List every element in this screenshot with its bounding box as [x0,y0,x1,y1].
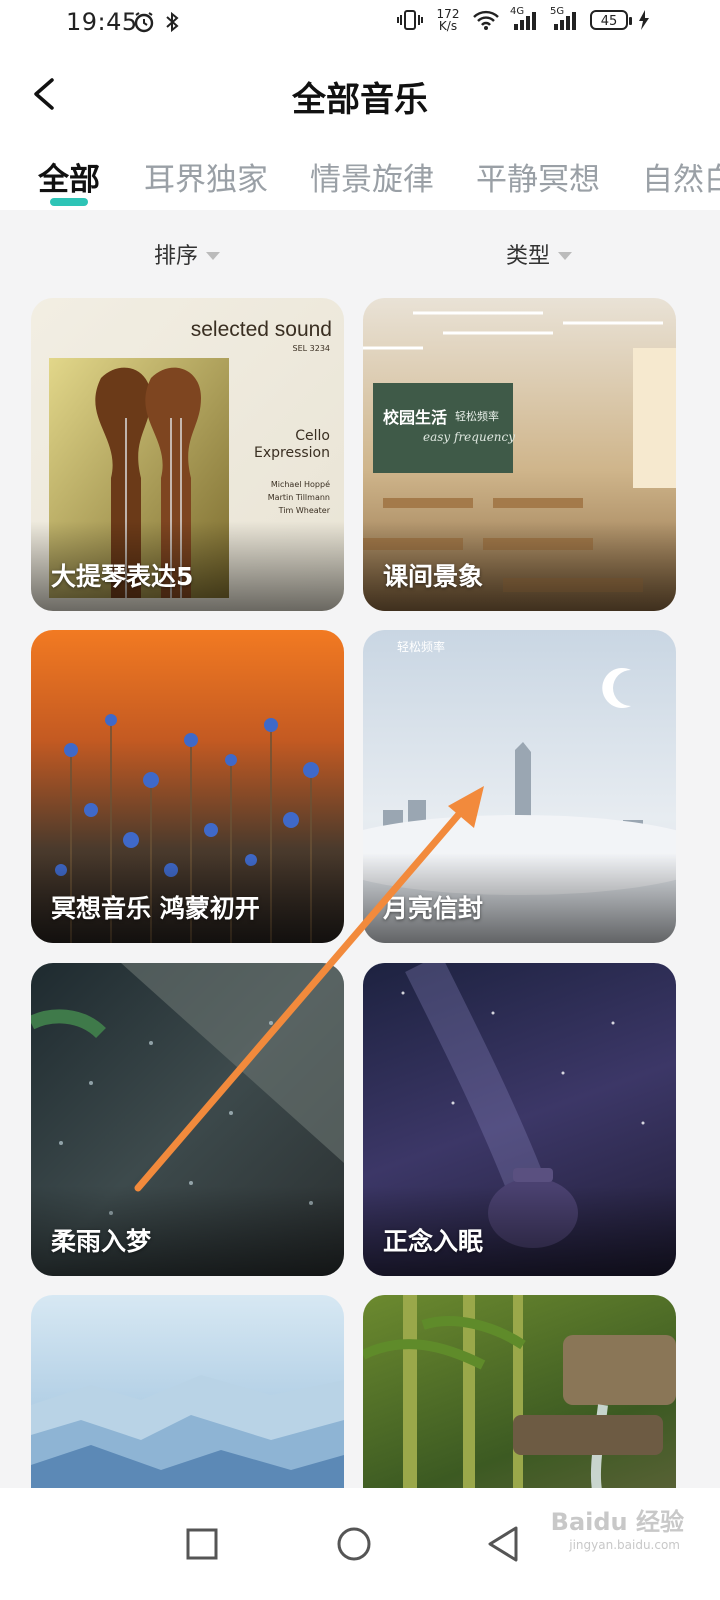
header: 全部音乐 [0,48,720,140]
vibrate-icon [397,10,423,30]
album-brand: selected sound [190,318,332,341]
signal-4g: 4G [510,6,540,32]
recent-apps-icon[interactable] [170,1512,234,1576]
alarm-icon [134,12,154,33]
category-tabs: 全部 耳界独家 情景旋律 平静冥想 自然白 [0,140,720,210]
net-speed: 172 K/s [436,7,460,33]
status-bar: 19:45 172 K/s 4G 5G 45 [0,0,720,48]
album-title: Cello [295,428,330,444]
signal-5g: 5G [550,6,580,32]
tab-all[interactable]: 全部 [38,154,100,199]
music-card[interactable]: 轻松频率 月亮信封 [363,630,676,943]
home-icon[interactable] [322,1512,386,1576]
tab-scene-melody[interactable]: 情景旋律 [310,154,434,199]
board-text: 校园生活 [383,408,448,427]
tab-nature[interactable]: 自然白 [642,154,720,199]
signal-icon [554,12,576,30]
sort-dropdown[interactable]: 排序 [154,238,221,270]
status-time: 19:45 [66,8,138,36]
system-nav-bar: Baidu 经验 jingyan.baidu.com [0,1488,720,1600]
watermark-url: jingyan.baidu.com [569,1538,680,1552]
battery-indicator: 45 [590,10,632,30]
mountains-image [31,1375,344,1488]
active-tab-indicator [50,198,88,206]
filter-bar: 排序 类型 [0,210,720,298]
chevron-down-icon [206,252,221,260]
album-artist: Michael Hoppé [270,480,330,489]
wifi-icon [473,10,499,30]
signal-icon [514,12,536,30]
music-card[interactable]: 校园生活 轻松频率 easy frequency 课间景象 [363,298,676,611]
bamboo-fountain-image [363,1295,676,1488]
card-title: 冥想音乐 鸿蒙初开 [51,894,260,923]
type-dropdown[interactable]: 类型 [506,238,573,270]
board-sub: 轻松频率 [455,410,499,423]
sort-label: 排序 [154,244,199,269]
watermark: Baidu 经验 [550,1508,684,1536]
tab-exclusive[interactable]: 耳界独家 [144,154,268,199]
music-card[interactable] [31,1295,344,1488]
charging-icon [639,10,649,30]
album-subtitle: Expression [254,445,330,461]
chevron-down-icon [558,252,573,260]
bluetooth-icon [166,11,179,33]
album-artist: Martin Tillmann [267,493,330,502]
tab-calm-meditation[interactable]: 平静冥想 [476,154,600,199]
card-title: 正念入眠 [383,1227,484,1256]
music-card[interactable]: selected sound SEL 3234 Cello Expression… [31,298,344,611]
card-title: 课间景象 [383,562,484,591]
album-artist: Tim Wheater [278,506,330,515]
image-brand: 轻松频率 [397,640,446,654]
page-title: 全部音乐 [292,80,428,120]
album-catalog: SEL 3234 [292,344,331,353]
back-nav-icon[interactable] [472,1512,536,1576]
type-label: 类型 [506,244,551,269]
board-script: easy frequency [423,430,516,444]
card-title: 柔雨入梦 [51,1227,152,1256]
card-title: 月亮信封 [383,894,484,923]
music-card[interactable] [363,1295,676,1488]
music-card[interactable]: 正念入眠 [363,963,676,1276]
music-card[interactable]: 柔雨入梦 [31,963,344,1276]
music-grid: selected sound SEL 3234 Cello Expression… [0,298,720,1488]
card-title: 大提琴表达5 [51,562,194,591]
music-card[interactable]: 冥想音乐 鸿蒙初开 [31,630,344,943]
